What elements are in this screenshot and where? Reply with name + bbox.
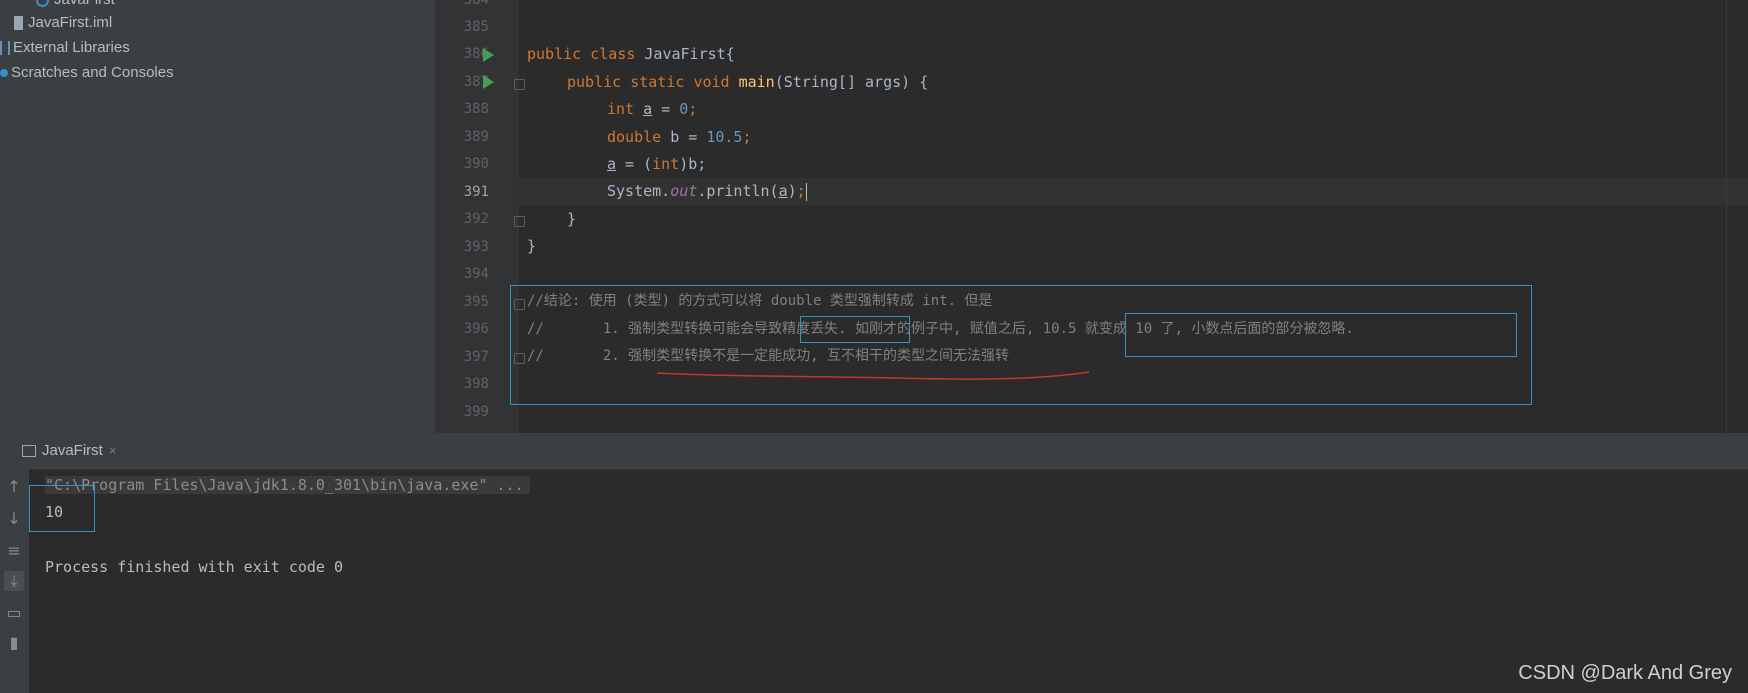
code-line-391: System.out.println(a); bbox=[607, 182, 807, 201]
line-number: 399 bbox=[463, 404, 489, 420]
code-line-393: } bbox=[527, 237, 537, 255]
tree-item-javafirst-iml[interactable]: JavaFirst.iml bbox=[14, 11, 112, 35]
run-class-icon[interactable] bbox=[483, 48, 494, 62]
tree-item-external-libraries[interactable]: External Libraries bbox=[0, 36, 130, 60]
code-editor[interactable]: 384 385 386 387 388 389 390 391 392 393 … bbox=[435, 0, 1748, 433]
watermark: CSDN @Dark And Grey bbox=[1518, 662, 1732, 684]
text-cursor bbox=[805, 182, 807, 201]
line-number: 397 bbox=[463, 349, 489, 365]
annotation-box-precision bbox=[800, 316, 910, 343]
line-number: 393 bbox=[463, 239, 489, 255]
trash-icon[interactable]: ▮ bbox=[4, 633, 24, 653]
line-number: 387 bbox=[463, 74, 489, 90]
line-number: 390 bbox=[463, 156, 489, 172]
run-main-icon[interactable] bbox=[483, 75, 494, 89]
soft-wrap-icon[interactable]: ≡ bbox=[4, 541, 24, 561]
fold-icon[interactable] bbox=[514, 216, 525, 227]
line-number: 388 bbox=[463, 101, 489, 117]
scratches-icon bbox=[0, 69, 8, 78]
code-line-387: public static void main(String[] args) { bbox=[567, 73, 929, 91]
console-command-line: "C:\Program Files\Java\jdk1.8.0_301\bin\… bbox=[45, 473, 530, 497]
line-number: 396 bbox=[463, 321, 489, 337]
code-line-386: public class JavaFirst{ bbox=[527, 45, 735, 63]
line-number: 395 bbox=[463, 294, 489, 310]
console-tab-icon bbox=[22, 445, 36, 458]
code-line-390: a = (int)b; bbox=[607, 155, 707, 173]
annotation-box-output bbox=[29, 485, 95, 532]
scroll-to-end-icon[interactable]: ⤓ bbox=[4, 571, 24, 591]
line-number: 389 bbox=[463, 129, 489, 145]
libraries-icon bbox=[0, 41, 10, 56]
up-arrow-icon[interactable]: ↑ bbox=[4, 477, 24, 497]
annotation-box-example bbox=[1125, 313, 1517, 357]
run-toolbar: ↑ ↓ ≡ ⤓ ▭ ▮ bbox=[0, 469, 29, 693]
console-exit-message: Process finished with exit code 0 bbox=[45, 558, 344, 576]
fold-icon[interactable] bbox=[514, 79, 525, 90]
tree-item-scratches[interactable]: Scratches and Consoles bbox=[0, 61, 174, 85]
close-tab-icon[interactable]: × bbox=[109, 443, 117, 458]
run-tab-bar: JavaFirst × bbox=[0, 433, 1748, 470]
run-panel: JavaFirst × ↑ ↓ ≡ ⤓ ▭ ▮ "C:\Program Files… bbox=[0, 433, 1748, 693]
line-number: 398 bbox=[463, 376, 489, 392]
code-line-389: double b = 10.5; bbox=[607, 128, 752, 146]
down-arrow-icon[interactable]: ↓ bbox=[4, 509, 24, 529]
line-number: 385 bbox=[463, 19, 489, 35]
line-number-current: 391 bbox=[463, 184, 489, 200]
line-number: 392 bbox=[463, 211, 489, 227]
print-icon[interactable]: ▭ bbox=[4, 603, 24, 623]
line-number: 394 bbox=[463, 266, 489, 282]
editor-gutter: 384 385 386 387 388 389 390 391 392 393 … bbox=[435, 0, 525, 433]
annotation-underline bbox=[656, 371, 1090, 380]
iml-file-icon bbox=[14, 16, 23, 31]
code-line-388: int a = 0; bbox=[607, 100, 698, 118]
right-margin-guide bbox=[1726, 0, 1727, 433]
code-line-392: } bbox=[567, 210, 577, 228]
java-class-icon bbox=[36, 0, 49, 7]
run-tab-javafirst[interactable]: JavaFirst × bbox=[22, 439, 116, 463]
line-number: 386 bbox=[463, 46, 489, 62]
project-panel: JavaFirst JavaFirst.iml External Librari… bbox=[0, 0, 435, 433]
line-number: 384 bbox=[463, 0, 489, 8]
